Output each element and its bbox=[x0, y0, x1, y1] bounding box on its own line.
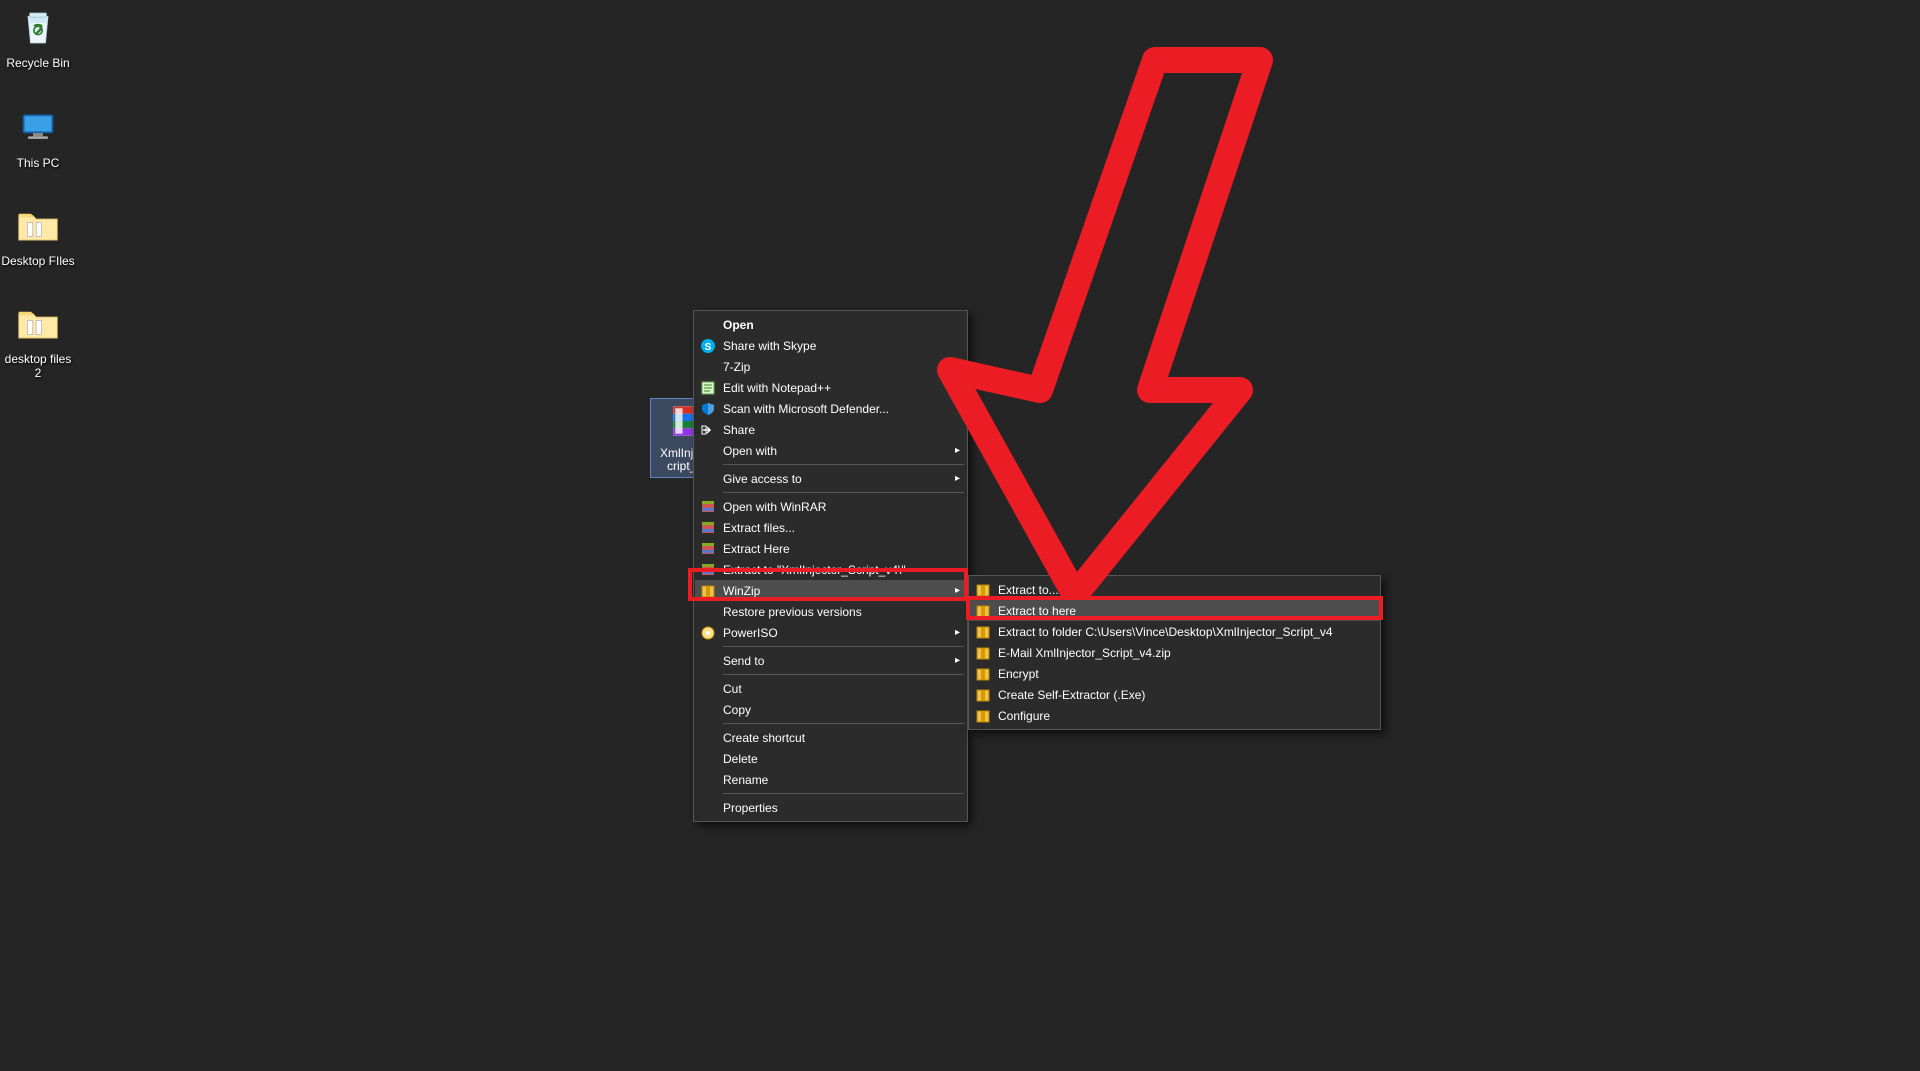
notepad-icon bbox=[699, 379, 717, 397]
submenu-arrow-icon: ▸ bbox=[950, 445, 960, 456]
annotation-red-arrow bbox=[920, 40, 1340, 600]
winrar-icon bbox=[699, 540, 717, 558]
folder-2-label: desktop files 2 bbox=[0, 352, 76, 380]
svg-text:S: S bbox=[705, 342, 712, 353]
context-menu-primary: Open S Share with Skype 7-Zip ▸ Edit wit… bbox=[693, 310, 968, 822]
menu-separator bbox=[723, 674, 964, 675]
defender-icon bbox=[699, 400, 717, 418]
menu-item-give-access[interactable]: Give access to ▸ bbox=[695, 468, 966, 489]
submenu-item-extract-folder[interactable]: Extract to folder C:\Users\Vince\Desktop… bbox=[970, 621, 1379, 642]
menu-separator bbox=[723, 492, 964, 493]
menu-item-scan-defender[interactable]: Scan with Microsoft Defender... bbox=[695, 398, 966, 419]
menu-item-restore-previous[interactable]: Restore previous versions bbox=[695, 601, 966, 622]
winzip-icon bbox=[974, 581, 992, 599]
winzip-icon bbox=[974, 686, 992, 704]
menu-item-extract-files[interactable]: Extract files... bbox=[695, 517, 966, 538]
winzip-icon bbox=[974, 602, 992, 620]
menu-separator bbox=[723, 793, 964, 794]
blank-icon bbox=[699, 358, 717, 376]
menu-item-send-to[interactable]: Send to ▸ bbox=[695, 650, 966, 671]
winrar-icon bbox=[699, 498, 717, 516]
blank-icon bbox=[699, 442, 717, 460]
submenu-arrow-icon: ▸ bbox=[950, 361, 960, 372]
menu-item-share[interactable]: Share bbox=[695, 419, 966, 440]
blank-icon bbox=[699, 316, 717, 334]
folder-1-label: Desktop FIles bbox=[0, 254, 76, 268]
menu-item-open[interactable]: Open bbox=[695, 314, 966, 335]
this-pc-label: This PC bbox=[0, 156, 76, 170]
blank-icon bbox=[699, 701, 717, 719]
desktop-icon-this-pc[interactable]: This PC bbox=[0, 104, 76, 170]
submenu-item-configure[interactable]: Configure bbox=[970, 705, 1379, 726]
submenu-item-create-self-extractor[interactable]: Create Self-Extractor (.Exe) bbox=[970, 684, 1379, 705]
this-pc-icon bbox=[14, 104, 62, 152]
desktop-icon-folder-2[interactable]: desktop files 2 bbox=[0, 300, 76, 380]
share-icon bbox=[699, 421, 717, 439]
winzip-icon bbox=[974, 665, 992, 683]
winzip-icon bbox=[699, 582, 717, 600]
menu-item-poweriso[interactable]: PowerISO ▸ bbox=[695, 622, 966, 643]
menu-item-cut[interactable]: Cut bbox=[695, 678, 966, 699]
menu-item-delete[interactable]: Delete bbox=[695, 748, 966, 769]
menu-item-edit-notepad[interactable]: Edit with Notepad++ bbox=[695, 377, 966, 398]
menu-separator bbox=[723, 723, 964, 724]
poweriso-icon bbox=[699, 624, 717, 642]
menu-separator bbox=[723, 464, 964, 465]
submenu-item-extract-here[interactable]: Extract to here bbox=[970, 600, 1379, 621]
menu-item-rename[interactable]: Rename bbox=[695, 769, 966, 790]
blank-icon bbox=[699, 680, 717, 698]
recycle-bin-label: Recycle Bin bbox=[0, 56, 76, 70]
folder-icon bbox=[14, 202, 62, 250]
submenu-arrow-icon: ▸ bbox=[950, 627, 960, 638]
submenu-arrow-icon: ▸ bbox=[950, 473, 960, 484]
menu-item-7zip[interactable]: 7-Zip ▸ bbox=[695, 356, 966, 377]
menu-separator bbox=[723, 646, 964, 647]
blank-icon bbox=[699, 603, 717, 621]
blank-icon bbox=[699, 652, 717, 670]
blank-icon bbox=[699, 771, 717, 789]
menu-item-properties[interactable]: Properties bbox=[695, 797, 966, 818]
winrar-icon bbox=[699, 519, 717, 537]
menu-item-share-skype[interactable]: S Share with Skype bbox=[695, 335, 966, 356]
menu-item-winzip[interactable]: WinZip ▸ bbox=[695, 580, 966, 601]
desktop-icon-folder-1[interactable]: Desktop FIles bbox=[0, 202, 76, 268]
blank-icon bbox=[699, 750, 717, 768]
menu-item-copy[interactable]: Copy bbox=[695, 699, 966, 720]
blank-icon bbox=[699, 729, 717, 747]
submenu-item-email[interactable]: E-Mail XmlInjector_Script_v4.zip bbox=[970, 642, 1379, 663]
context-menu-winzip-sub: Extract to... Extract to here Extract to… bbox=[968, 575, 1381, 730]
winzip-icon bbox=[974, 644, 992, 662]
blank-icon bbox=[699, 470, 717, 488]
recycle-bin-icon bbox=[14, 4, 62, 52]
menu-item-open-with[interactable]: Open with ▸ bbox=[695, 440, 966, 461]
submenu-item-encrypt[interactable]: Encrypt bbox=[970, 663, 1379, 684]
menu-item-open-winrar[interactable]: Open with WinRAR bbox=[695, 496, 966, 517]
menu-item-winrar-extract-here[interactable]: Extract Here bbox=[695, 538, 966, 559]
menu-item-winrar-extract-to[interactable]: Extract to "XmlInjector_Script_v4\" bbox=[695, 559, 966, 580]
desktop-icon-recycle-bin[interactable]: Recycle Bin bbox=[0, 4, 76, 70]
menu-item-create-shortcut[interactable]: Create shortcut bbox=[695, 727, 966, 748]
submenu-item-extract-to[interactable]: Extract to... bbox=[970, 579, 1379, 600]
skype-icon: S bbox=[699, 337, 717, 355]
submenu-arrow-icon: ▸ bbox=[950, 655, 960, 666]
winzip-icon bbox=[974, 623, 992, 641]
submenu-arrow-icon: ▸ bbox=[950, 585, 960, 596]
winrar-icon bbox=[699, 561, 717, 579]
folder-icon bbox=[14, 300, 62, 348]
winzip-icon bbox=[974, 707, 992, 725]
blank-icon bbox=[699, 799, 717, 817]
